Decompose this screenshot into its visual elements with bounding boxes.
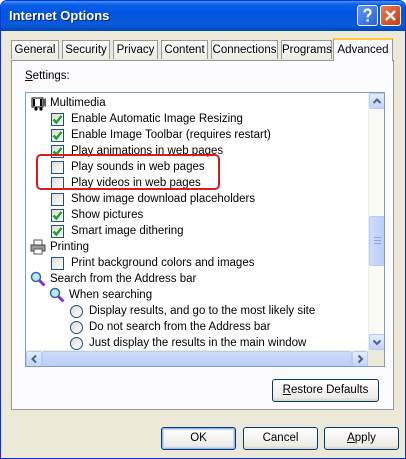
setting-enable-image-resizing[interactable]: Enable Automatic Image Resizing bbox=[26, 111, 366, 127]
checkbox[interactable] bbox=[51, 129, 64, 142]
setting-show-pictures[interactable]: Show pictures bbox=[26, 207, 366, 223]
arrow-right-icon bbox=[357, 354, 364, 364]
scroll-down-button[interactable] bbox=[369, 334, 384, 350]
horizontal-scroll-thumb[interactable] bbox=[42, 351, 352, 366]
magnifier-icon bbox=[30, 271, 46, 287]
setting-label: Enable Image Toolbar (requires restart) bbox=[71, 129, 271, 141]
red-highlight-annotation bbox=[36, 154, 220, 190]
radio-button[interactable] bbox=[70, 321, 83, 334]
option-label: Do not search from the Address bar bbox=[89, 321, 271, 333]
multimedia-icon bbox=[31, 95, 47, 111]
checkbox[interactable] bbox=[51, 225, 64, 238]
tab-general[interactable]: General bbox=[11, 40, 59, 59]
option-label: Display results, and go to the most like… bbox=[89, 305, 316, 317]
category-label: Printing bbox=[50, 241, 89, 253]
setting-label: Enable Automatic Image Resizing bbox=[71, 113, 243, 125]
setting-smart-dithering[interactable]: Smart image dithering bbox=[26, 223, 366, 239]
cancel-button[interactable]: Cancel bbox=[243, 427, 318, 450]
arrow-up-icon bbox=[372, 98, 382, 104]
checkbox[interactable] bbox=[51, 257, 64, 270]
apply-button[interactable]: Apply bbox=[324, 427, 399, 450]
horizontal-scrollbar[interactable] bbox=[26, 350, 368, 366]
scroll-right-button[interactable] bbox=[352, 351, 368, 366]
scroll-thumb[interactable] bbox=[369, 216, 384, 266]
settings-list[interactable]: Multimedia Enable Automatic Image Resizi… bbox=[25, 92, 385, 367]
option-do-not-search[interactable]: Do not search from the Address bar bbox=[26, 319, 366, 335]
arrow-left-icon bbox=[31, 354, 37, 364]
window-title: Internet Options bbox=[9, 8, 110, 23]
ok-button[interactable]: OK bbox=[161, 427, 236, 450]
checkbox[interactable] bbox=[51, 209, 64, 222]
internet-options-window: Internet Options General Security Privac… bbox=[0, 0, 406, 459]
scrollbar-corner bbox=[368, 350, 384, 366]
setting-label: Print background colors and images bbox=[71, 257, 255, 269]
option-just-display[interactable]: Just display the results in the main win… bbox=[26, 335, 366, 351]
setting-show-placeholders[interactable]: Show image download placeholders bbox=[26, 191, 366, 207]
tab-connections[interactable]: Connections bbox=[211, 40, 278, 59]
tab-programs[interactable]: Programs bbox=[281, 40, 332, 59]
subcategory-when-searching: When searching bbox=[26, 287, 366, 303]
setting-enable-image-toolbar[interactable]: Enable Image Toolbar (requires restart) bbox=[26, 127, 366, 143]
category-multimedia: Multimedia bbox=[26, 95, 366, 111]
tab-advanced[interactable]: Advanced bbox=[333, 38, 393, 61]
option-display-results[interactable]: Display results, and go to the most like… bbox=[26, 303, 366, 319]
tab-privacy[interactable]: Privacy bbox=[113, 40, 158, 59]
scroll-left-button[interactable] bbox=[26, 351, 42, 366]
check-mark-icon bbox=[52, 131, 63, 141]
check-mark-icon bbox=[52, 227, 63, 237]
tab-content[interactable]: Content bbox=[161, 40, 208, 59]
subcategory-label: When searching bbox=[69, 289, 153, 301]
option-label: Just display the results in the main win… bbox=[89, 337, 307, 349]
tab-security[interactable]: Security bbox=[62, 40, 110, 59]
help-button[interactable] bbox=[357, 5, 378, 26]
radio-button[interactable] bbox=[70, 337, 83, 350]
vertical-scrollbar[interactable] bbox=[368, 93, 384, 350]
check-mark-icon bbox=[52, 211, 63, 221]
arrow-down-icon bbox=[372, 339, 382, 346]
title-bar[interactable]: Internet Options bbox=[1, 1, 405, 31]
settings-label: Settings: bbox=[25, 70, 70, 82]
close-icon bbox=[385, 10, 396, 21]
category-search: Search from the Address bar bbox=[26, 271, 366, 287]
checkbox[interactable] bbox=[51, 113, 64, 126]
restore-defaults-button[interactable]: Restore Defaults bbox=[272, 379, 379, 402]
setting-print-background[interactable]: Print background colors and images bbox=[26, 255, 366, 271]
scroll-up-button[interactable] bbox=[369, 93, 384, 109]
close-button[interactable] bbox=[380, 5, 401, 26]
printer-icon bbox=[30, 239, 46, 255]
question-mark-icon bbox=[363, 8, 372, 22]
check-mark-icon bbox=[52, 115, 63, 125]
radio-button[interactable] bbox=[70, 305, 83, 318]
setting-label: Smart image dithering bbox=[71, 225, 184, 237]
magnifier-icon bbox=[49, 287, 65, 303]
category-printing: Printing bbox=[26, 239, 366, 255]
category-label: Multimedia bbox=[50, 97, 106, 109]
setting-label: Show pictures bbox=[71, 209, 144, 221]
category-label: Search from the Address bar bbox=[50, 273, 197, 285]
setting-label: Show image download placeholders bbox=[71, 193, 256, 205]
checkbox[interactable] bbox=[51, 193, 64, 206]
